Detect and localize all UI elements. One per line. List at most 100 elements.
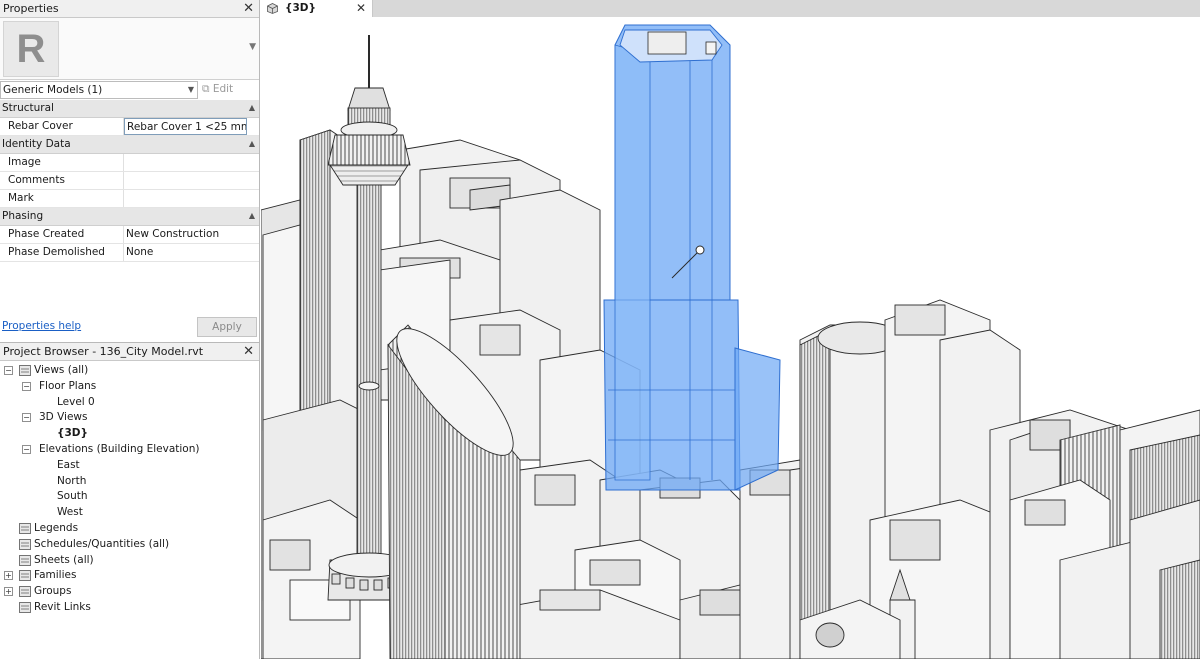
property-key: Rebar Cover (0, 118, 124, 135)
group-label: Structural (2, 102, 54, 114)
3d-viewport[interactable] (261, 17, 1200, 659)
schedules-icon (19, 538, 31, 550)
tree-item[interactable]: West (0, 505, 259, 521)
project-browser-title-bar: Project Browser - 136_City Model.rvt ✕ (0, 343, 259, 361)
properties-help-link[interactable]: Properties help (2, 320, 81, 332)
instance-filter-value: Generic Models (1) (3, 84, 103, 96)
tree-item[interactable]: + Groups (0, 584, 259, 600)
sheets-icon (19, 554, 31, 566)
property-row-rebar-cover[interactable]: Rebar Cover Rebar Cover 1 <25 mm: (0, 118, 259, 136)
tree-item-label: Level 0 (57, 395, 95, 408)
image-field[interactable] (124, 154, 259, 171)
project-browser-panel: Project Browser - 136_City Model.rvt ✕ −… (0, 342, 259, 659)
collapse-icon[interactable]: − (22, 381, 31, 391)
properties-panel: Properties ✕ R ▼ Generic Models (1) ▼ ⧉ … (0, 0, 259, 341)
rebar-cover-field[interactable]: Rebar Cover 1 <25 mm: (124, 118, 247, 135)
tree-item[interactable]: North (0, 474, 259, 490)
expand-icon[interactable]: + (4, 571, 13, 581)
collapse-icon[interactable]: − (22, 444, 31, 454)
tree-item-label: {3D} (57, 427, 88, 440)
type-selector[interactable]: R ▼ (0, 18, 259, 80)
tree-item[interactable]: Revit Links (0, 600, 259, 616)
3d-view-icon (267, 3, 278, 14)
chevron-down-icon: ▼ (187, 85, 194, 94)
tree-item[interactable]: {3D} (0, 426, 259, 442)
property-key: Mark (0, 190, 124, 207)
expand-icon[interactable]: + (4, 587, 13, 597)
property-row-comments[interactable]: Comments (0, 172, 259, 190)
instance-row: Generic Models (1) ▼ ⧉ Edit Type (0, 81, 259, 112)
tree-item-label: Elevations (Building Elevation) (39, 442, 200, 455)
group-label: Identity Data (2, 138, 71, 150)
phase-created-field[interactable]: New Construction (124, 226, 259, 243)
tree-item-label: Revit Links (34, 600, 91, 613)
tree-item[interactable]: South (0, 489, 259, 505)
tree-item-label: South (57, 490, 88, 503)
group-phasing[interactable]: Phasing ▲ (0, 208, 259, 226)
legends-icon (19, 523, 31, 534)
property-row-mark[interactable]: Mark (0, 190, 259, 208)
tree-item[interactable]: East (0, 458, 259, 474)
property-row-image[interactable]: Image (0, 154, 259, 172)
tree-item[interactable]: − Floor Plans (0, 379, 259, 395)
properties-grid: Structural ▲ Rebar Cover Rebar Cover 1 <25… (0, 100, 259, 262)
tree-item[interactable]: Legends (0, 521, 259, 537)
tree-item-label: Floor Plans (39, 379, 97, 392)
tree-item[interactable]: Sheets (all) (0, 553, 259, 569)
group-identity-data[interactable]: Identity Data ▲ (0, 136, 259, 154)
tree-item-label: East (57, 458, 80, 471)
comments-field[interactable] (124, 172, 259, 189)
tree-item-label: Legends (34, 521, 79, 534)
browser-tree: − Views (all) − Floor Plans Level 0−3D Views… (0, 363, 259, 616)
tree-item-label: 3D Views (39, 411, 88, 424)
tree-item[interactable]: Schedules/Quantities (all) (0, 537, 259, 553)
properties-close-icon[interactable]: ✕ (243, 0, 254, 17)
tree-item[interactable]: − Views (all) (0, 363, 259, 379)
revit-logo-icon: R (3, 21, 59, 77)
tree-item-label: West (57, 506, 83, 519)
group-structural[interactable]: Structural ▲ (0, 100, 259, 118)
properties-title-bar: Properties ✕ (0, 0, 259, 18)
collapse-icon[interactable]: ▲ (249, 135, 255, 152)
groups-icon (19, 586, 31, 598)
tree-item[interactable]: + Families (0, 568, 259, 584)
phase-demolished-field[interactable]: None (124, 244, 259, 261)
tab-label: {3D} (285, 2, 316, 14)
property-key: Phase Demolished (0, 244, 124, 261)
tree-item-label: Families (34, 569, 77, 582)
collapse-icon[interactable]: − (4, 366, 13, 375)
tab-3d-view[interactable]: {3D} ✕ (261, 0, 373, 17)
city-model-render[interactable] (261, 17, 1200, 659)
tree-item-label: North (57, 474, 87, 487)
collapse-icon[interactable]: − (22, 413, 31, 423)
tree-item-label: Groups (34, 585, 72, 598)
mark-field[interactable] (124, 190, 259, 207)
selected-generic-model[interactable] (603, 24, 781, 491)
project-browser-title: Project Browser - 136_City Model.rvt (3, 345, 204, 358)
revit-links-icon (19, 602, 31, 613)
left-column: Properties ✕ R ▼ Generic Models (1) ▼ ⧉ … (0, 0, 260, 659)
tree-item[interactable]: −3D Views (0, 410, 259, 426)
collapse-icon[interactable]: ▲ (249, 99, 255, 116)
type-dropdown-arrow-icon[interactable]: ▼ (249, 42, 256, 52)
families-icon (19, 570, 31, 582)
group-label: Phasing (2, 210, 44, 222)
instance-filter-select[interactable]: Generic Models (1) ▼ (0, 81, 198, 99)
properties-title: Properties (3, 2, 59, 15)
apply-button[interactable]: Apply (197, 317, 257, 337)
tree-item[interactable]: − Elevations (Building Elevation) (0, 442, 259, 458)
property-key: Phase Created (0, 226, 124, 243)
tab-close-icon[interactable]: ✕ (356, 0, 366, 16)
tree-item[interactable]: Level 0 (0, 395, 259, 411)
project-browser-close-icon[interactable]: ✕ (243, 343, 254, 360)
tree-item-label: Sheets (all) (34, 553, 94, 566)
edit-type-button[interactable]: ⧉ Edit Type (200, 81, 259, 112)
views-icon (19, 365, 31, 376)
property-row-phase-created[interactable]: Phase Created New Construction (0, 226, 259, 244)
tree-item-label: Schedules/Quantities (all) (34, 537, 170, 550)
edit-type-icon: ⧉ (202, 83, 210, 95)
property-row-phase-demolished[interactable]: Phase Demolished None (0, 244, 259, 262)
view-tab-bar: {3D} ✕ (261, 0, 1200, 17)
tree-item-label: Views (all) (34, 364, 89, 376)
collapse-icon[interactable]: ▲ (249, 207, 255, 224)
